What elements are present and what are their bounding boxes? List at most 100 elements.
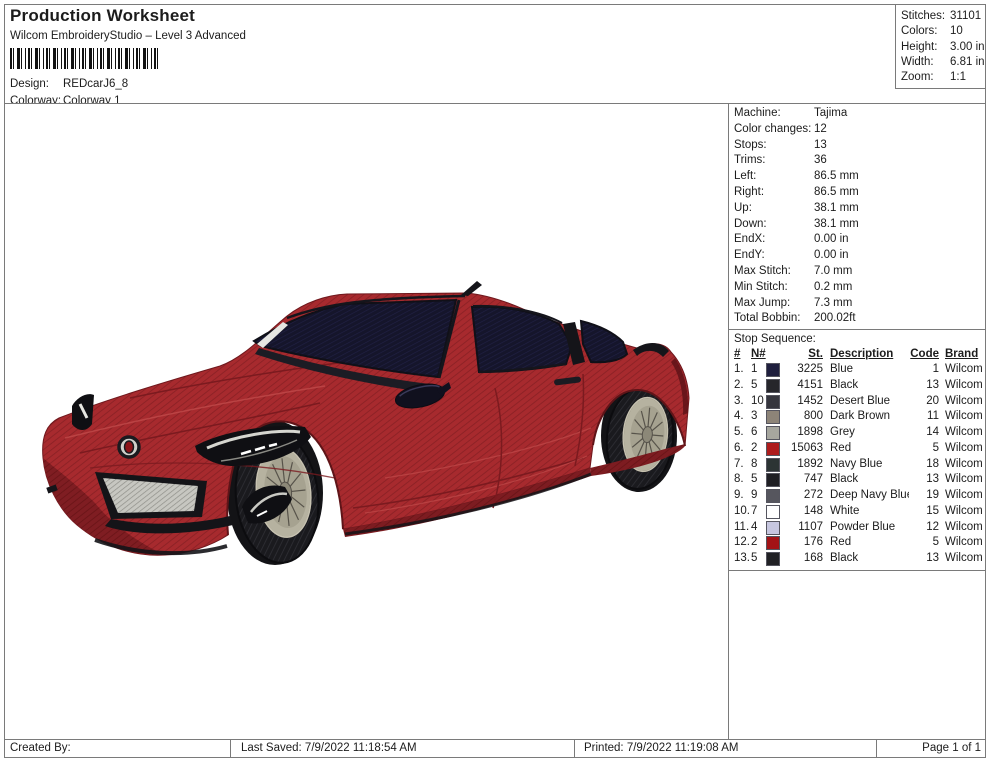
row-description: Blue: [825, 362, 909, 378]
info-max-jump: Max Jump:7.3 mm: [734, 296, 986, 312]
stop-sequence-row: 11.41107Powder Blue12Wilcom: [734, 520, 986, 536]
thread-color-swatch: [766, 410, 780, 424]
row-n: 4: [751, 520, 766, 536]
stop-sequence-title: Stop Sequence:: [734, 331, 986, 347]
stat-zoom: Zoom:1:1: [901, 70, 985, 85]
row-num: 1.: [734, 362, 751, 378]
software-name: Wilcom EmbroideryStudio – Level 3 Advanc…: [10, 30, 710, 42]
row-stitches: 4151: [783, 378, 825, 394]
row-brand: Wilcom: [939, 441, 986, 457]
stop-sequence-row: 10.7148White15Wilcom: [734, 504, 986, 520]
info-up: Up:38.1 mm: [734, 201, 986, 217]
stat-value: 10: [950, 24, 963, 39]
row-brand: Wilcom: [939, 394, 986, 410]
row-code: 5: [909, 441, 939, 457]
col-st: St.: [808, 348, 823, 360]
row-description: White: [825, 504, 909, 520]
info-label: EndX:: [734, 232, 814, 248]
stat-colors: Colors:10: [901, 24, 985, 39]
info-label: EndY:: [734, 248, 814, 264]
machine-info-panel: Machine:Tajima Color changes:12 Stops:13…: [729, 104, 986, 740]
thread-color-swatch: [766, 473, 780, 487]
row-num: 13.: [734, 551, 751, 567]
stop-sequence-row: 5.61898Grey14Wilcom: [734, 425, 986, 441]
production-worksheet-page: Production Worksheet Wilcom EmbroiderySt…: [0, 0, 990, 762]
design-stats-box: Stitches:31101 Colors:10 Height:3.00 in …: [895, 4, 986, 89]
row-description: Black: [825, 472, 909, 488]
row-code: 5: [909, 535, 939, 551]
info-value: 0.00 in: [814, 248, 849, 264]
info-endy: EndY:0.00 in: [734, 248, 986, 264]
row-num: 7.: [734, 457, 751, 473]
stop-sequence-row: 8.5747Black13Wilcom: [734, 472, 986, 488]
row-n: 9: [751, 488, 766, 504]
stop-sequence-bottom-line: [729, 570, 986, 571]
stat-value: 1:1: [950, 70, 966, 85]
info-value: 86.5 mm: [814, 185, 859, 201]
row-brand: Wilcom: [939, 425, 986, 441]
row-brand: Wilcom: [939, 362, 986, 378]
info-total-bobbin: Total Bobbin:200.02ft: [734, 311, 986, 327]
stop-sequence-separator: [729, 329, 986, 330]
row-brand: Wilcom: [939, 488, 986, 504]
info-max-stitch: Max Stitch:7.0 mm: [734, 264, 986, 280]
stat-label: Colors:: [901, 24, 950, 39]
row-stitches: 1452: [783, 394, 825, 410]
row-stitches: 800: [783, 409, 825, 425]
row-stitches: 168: [783, 551, 825, 567]
row-brand: Wilcom: [939, 551, 986, 567]
row-stitches: 1107: [783, 520, 825, 536]
info-value: 200.02ft: [814, 311, 856, 327]
info-value: 0.00 in: [814, 232, 849, 248]
col-code: Code: [910, 348, 939, 360]
car-design-svg: [35, 278, 695, 574]
row-code: 20: [909, 394, 939, 410]
info-label: Max Jump:: [734, 296, 814, 312]
info-value: 38.1 mm: [814, 217, 859, 233]
page-number: Page 1 of 1: [876, 740, 986, 758]
info-value: 7.3 mm: [814, 296, 852, 312]
row-description: Dark Brown: [825, 409, 909, 425]
stat-value: 31101: [950, 9, 981, 24]
info-value: Tajima: [814, 106, 847, 122]
row-description: Grey: [825, 425, 909, 441]
row-n: 6: [751, 425, 766, 441]
row-description: Deep Navy Blue: [825, 488, 909, 504]
row-n: 8: [751, 457, 766, 473]
info-label: Color changes:: [734, 122, 814, 138]
stat-label: Stitches:: [901, 9, 950, 24]
row-num: 8.: [734, 472, 751, 488]
row-description: Red: [825, 535, 909, 551]
thread-color-swatch: [766, 552, 780, 566]
quarter-glass: [581, 321, 627, 362]
info-label: Max Stitch:: [734, 264, 814, 280]
thread-color-swatch: [766, 505, 780, 519]
brand-badge: [119, 437, 139, 457]
info-left: Left:86.5 mm: [734, 169, 986, 185]
row-code: 1: [909, 362, 939, 378]
thread-color-swatch: [766, 426, 780, 440]
stop-sequence-row: 1.13225Blue1Wilcom: [734, 362, 986, 378]
stop-sequence-row: 4.3800Dark Brown11Wilcom: [734, 409, 986, 425]
last-saved: Last Saved: 7/9/2022 11:18:54 AM: [230, 740, 574, 758]
thread-color-swatch: [766, 489, 780, 503]
row-code: 13: [909, 551, 939, 567]
row-description: Black: [825, 378, 909, 394]
row-num: 11.: [734, 520, 751, 536]
row-brand: Wilcom: [939, 472, 986, 488]
thread-color-swatch: [766, 442, 780, 456]
page-footer: Created By: Last Saved: 7/9/2022 11:18:5…: [4, 739, 986, 758]
stat-width: Width:6.81 in: [901, 55, 985, 70]
row-n: 2: [751, 535, 766, 551]
info-value: 0.2 mm: [814, 280, 852, 296]
info-down: Down:38.1 mm: [734, 217, 986, 233]
printed: Printed: 7/9/2022 11:19:08 AM: [574, 740, 876, 758]
info-label: Machine:: [734, 106, 814, 122]
stop-sequence-row: 6.215063Red5Wilcom: [734, 441, 986, 457]
page-title: Production Worksheet: [10, 6, 710, 26]
row-n: 5: [751, 472, 766, 488]
created-by: Created By:: [4, 740, 230, 758]
row-stitches: 1892: [783, 457, 825, 473]
stat-height: Height:3.00 in: [901, 40, 985, 55]
stat-stitches: Stitches:31101: [901, 9, 985, 24]
